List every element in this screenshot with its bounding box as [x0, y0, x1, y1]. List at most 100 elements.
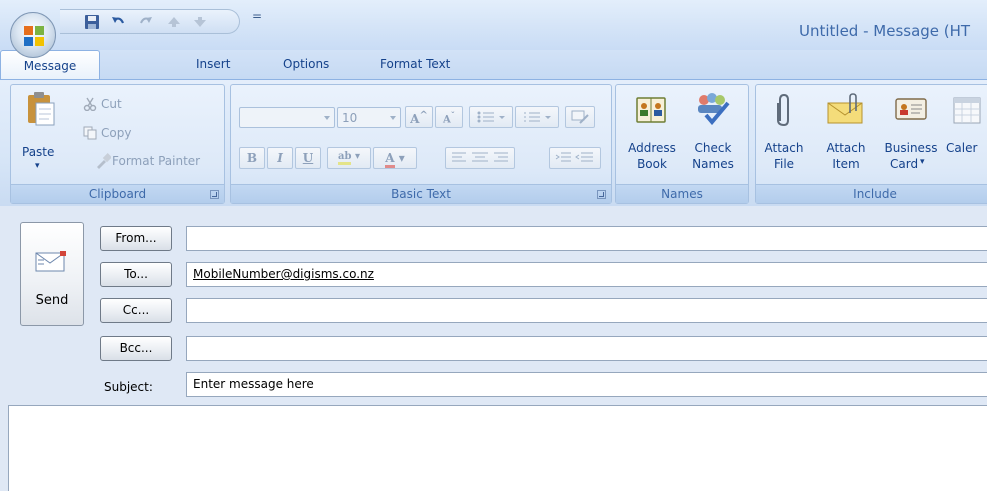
business-card-icon — [895, 98, 927, 120]
cc-field[interactable] — [186, 298, 987, 323]
address-book-button[interactable]: Address Book — [620, 87, 682, 183]
format-painter-button[interactable]: Format Painter — [112, 154, 200, 168]
business-card-label-1: Business — [884, 141, 938, 155]
from-button[interactable]: From... — [100, 226, 172, 251]
send-button[interactable]: Send — [20, 222, 84, 326]
calendar-icon — [953, 97, 981, 124]
cut-button[interactable]: Cut — [101, 97, 122, 111]
font-color-label: A — [385, 151, 395, 168]
font-size-combo[interactable]: 10 — [337, 107, 401, 128]
format-painter-icon — [97, 153, 111, 169]
send-envelope-icon — [35, 251, 66, 272]
attach-file-button[interactable]: Attach File — [760, 87, 808, 183]
copy-button[interactable]: Copy — [101, 126, 131, 140]
indent-buttons[interactable] — [549, 147, 601, 169]
tab-options[interactable]: Options — [283, 57, 329, 71]
customize-quick-access-icon[interactable]: = — [252, 9, 262, 23]
previous-item-icon[interactable] — [166, 14, 182, 30]
address-book-icon — [636, 97, 666, 123]
clipboard-group: Paste ▾ Cut Copy Format Painter Clipboar… — [10, 84, 225, 204]
check-names-label-1: Check — [694, 141, 732, 155]
italic-button[interactable]: I — [267, 147, 293, 169]
basic-text-launcher-icon[interactable] — [597, 190, 606, 199]
numbering-icon — [524, 112, 551, 122]
check-names-label-2: Names — [692, 157, 734, 171]
window-title: Untitled - Message (HT — [799, 22, 971, 40]
attach-file-label-1: Attach — [764, 141, 804, 155]
redo-icon[interactable] — [138, 14, 154, 30]
next-item-icon[interactable] — [192, 14, 208, 30]
align-icon — [452, 152, 508, 162]
bcc-button[interactable]: Bcc... — [100, 336, 172, 361]
scissors-icon — [83, 97, 97, 111]
copy-icon — [83, 126, 97, 140]
calendar-label: Caler — [946, 141, 978, 155]
bold-button[interactable]: B — [239, 147, 265, 169]
bullets-icon — [477, 111, 505, 123]
paperclip-icon — [777, 93, 789, 127]
alignment-buttons[interactable] — [445, 147, 515, 169]
save-icon[interactable] — [84, 14, 100, 30]
underline-button[interactable]: U — [295, 147, 321, 169]
tab-format-text[interactable]: Format Text — [380, 57, 450, 71]
business-card-label-2: Card — [890, 157, 919, 171]
office-button[interactable] — [10, 12, 56, 58]
office-logo-icon — [24, 26, 44, 46]
address-book-label-1: Address — [628, 141, 676, 155]
attach-item-icon — [827, 93, 863, 124]
attach-item-label-1: Attach — [826, 141, 866, 155]
paste-dropdown-icon[interactable]: ▾ — [35, 161, 40, 171]
shrink-font-label: A — [443, 114, 451, 126]
attach-file-label-2: File — [773, 157, 795, 171]
message-body[interactable] — [8, 405, 987, 491]
paste-button[interactable]: Paste ▾ — [15, 89, 65, 177]
names-group-label: Names — [616, 184, 748, 203]
include-group-label: Include — [756, 184, 987, 203]
clipboard-launcher-icon[interactable] — [210, 190, 219, 199]
font-name-combo[interactable] — [239, 107, 335, 128]
ribbon-tabs: Message Insert Options Format Text — [0, 50, 987, 80]
send-label: Send — [35, 293, 69, 308]
subject-field[interactable]: Enter message here — [186, 372, 987, 397]
message-header-form: Send From... To... MobileNumber@digisms.… — [0, 206, 987, 491]
check-names-button[interactable]: Check Names — [682, 87, 744, 183]
font-color-button[interactable]: A ▾ — [373, 147, 417, 169]
quick-access-toolbar — [60, 9, 240, 34]
tab-insert[interactable]: Insert — [196, 57, 230, 71]
to-button[interactable]: To... — [100, 262, 172, 287]
business-card-dropdown-icon[interactable]: ▾ — [920, 157, 925, 167]
paste-label: Paste — [22, 145, 55, 159]
attach-item-button[interactable]: Attach Item — [818, 87, 874, 183]
styles-button[interactable] — [565, 106, 595, 128]
font-size-dropdown-icon[interactable] — [390, 116, 396, 120]
names-group: Address Book Check Names Names — [615, 84, 749, 204]
to-recipient[interactable]: MobileNumber@digisms.co.nz — [193, 267, 374, 281]
include-group: Attach File Attach Item Business Card ▾ — [755, 84, 987, 204]
undo-icon[interactable] — [110, 14, 126, 30]
cc-button[interactable]: Cc... — [100, 298, 172, 323]
highlight-label: ab — [338, 151, 352, 165]
business-card-button[interactable]: Business Card ▾ — [878, 87, 944, 183]
paste-icon — [28, 92, 55, 126]
from-field[interactable] — [186, 226, 987, 251]
bcc-field[interactable] — [186, 336, 987, 361]
numbering-button[interactable] — [515, 106, 559, 128]
ribbon: Paste ▾ Cut Copy Format Painter Clipboar… — [0, 79, 987, 206]
grow-font-button[interactable]: A^ — [405, 106, 433, 128]
address-book-label-2: Book — [637, 157, 667, 171]
indent-icon — [555, 152, 593, 162]
basic-text-group: 10 A^ Aˇ B I U ab ▾ A ▾ Basic Text — [230, 84, 612, 204]
to-field[interactable]: MobileNumber@digisms.co.nz — [186, 262, 987, 287]
bullets-button[interactable] — [469, 106, 513, 128]
highlight-button[interactable]: ab ▾ — [327, 147, 371, 169]
calendar-button[interactable]: Caler — [946, 87, 987, 183]
font-name-dropdown-icon[interactable] — [324, 116, 330, 120]
subject-label: Subject: — [104, 380, 153, 394]
basic-text-group-label: Basic Text — [231, 184, 611, 203]
font-size-value: 10 — [342, 111, 358, 125]
attach-item-label-2: Item — [832, 157, 860, 171]
title-bar: = Untitled - Message (HT — [0, 0, 987, 50]
shrink-font-button[interactable]: Aˇ — [435, 106, 463, 128]
check-names-icon — [698, 93, 730, 125]
tab-message[interactable]: Message — [0, 50, 100, 80]
